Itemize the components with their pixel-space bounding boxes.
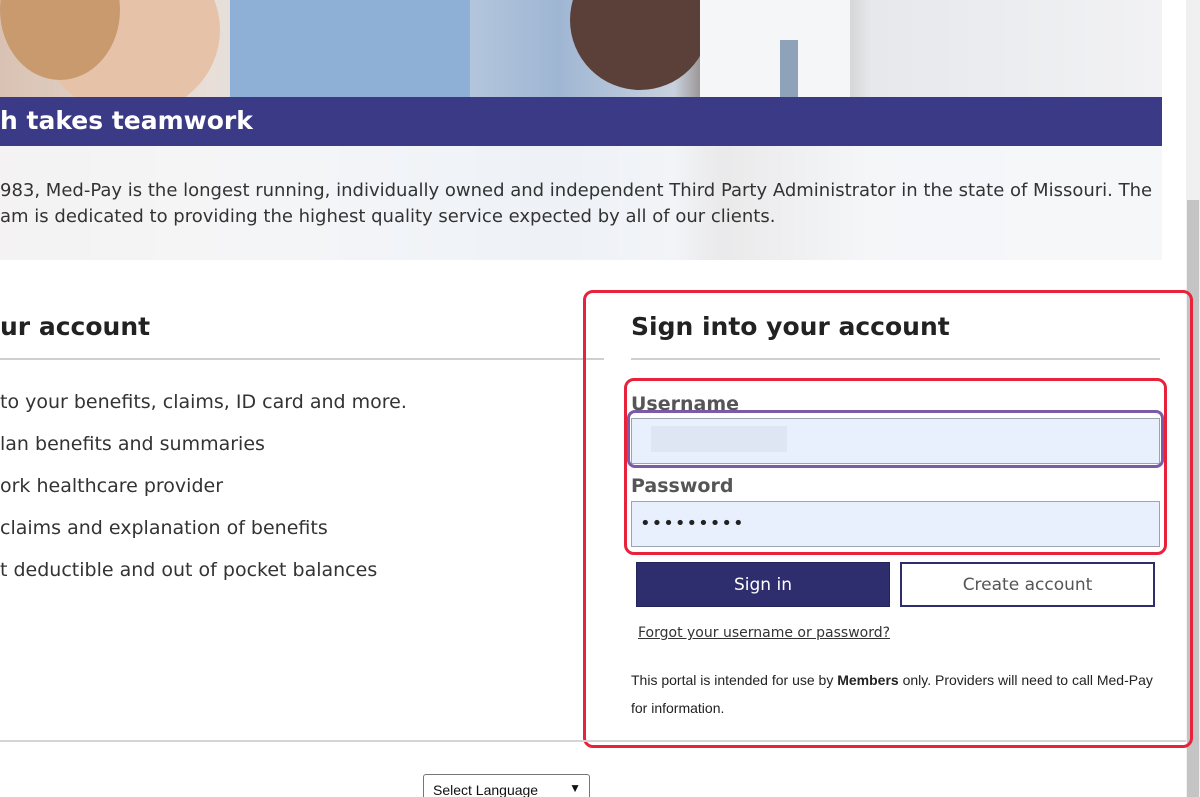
footer-divider — [0, 740, 1186, 742]
intro-line: am is dedicated to providing the highest… — [0, 206, 776, 227]
intro-line: 983, Med-Pay is the longest running, ind… — [0, 180, 1153, 201]
list-item: ork healthcare provider — [0, 475, 223, 497]
portal-notice: This portal is intended for use by Membe… — [631, 666, 1161, 722]
create-account-button[interactable]: Create account — [900, 562, 1155, 607]
list-item: lan benefits and summaries — [0, 433, 265, 455]
account-benefits-list: to your benefits, claims, ID card and mo… — [0, 381, 407, 591]
signin-divider — [631, 358, 1160, 360]
list-item: to your benefits, claims, ID card and mo… — [0, 391, 407, 413]
signin-title: Sign into your account — [631, 312, 950, 341]
hero-headline: h takes teamwork — [0, 106, 253, 135]
language-select-value: Select Language — [433, 782, 539, 797]
forgot-credentials-link[interactable]: Forgot your username or password? — [638, 625, 890, 641]
account-benefits-title: ur account — [0, 312, 151, 341]
notice-members: Members — [837, 672, 899, 688]
language-select[interactable]: Select Language ▼ — [423, 774, 590, 797]
password-field[interactable]: ••••••••• — [631, 501, 1160, 547]
username-focus-ring — [627, 410, 1164, 468]
list-item: claims and explanation of benefits — [0, 517, 328, 539]
notice-text: This portal is intended for use by — [631, 672, 838, 688]
sign-in-button[interactable]: Sign in — [636, 562, 890, 607]
hero-intro-text: 983, Med-Pay is the longest running, ind… — [0, 178, 1153, 230]
chevron-down-icon: ▼ — [569, 781, 581, 795]
hero-banner: h takes teamwork — [0, 97, 1162, 146]
list-item: t deductible and out of pocket balances — [0, 559, 378, 581]
left-divider — [0, 358, 604, 360]
password-label: Password — [631, 475, 734, 497]
